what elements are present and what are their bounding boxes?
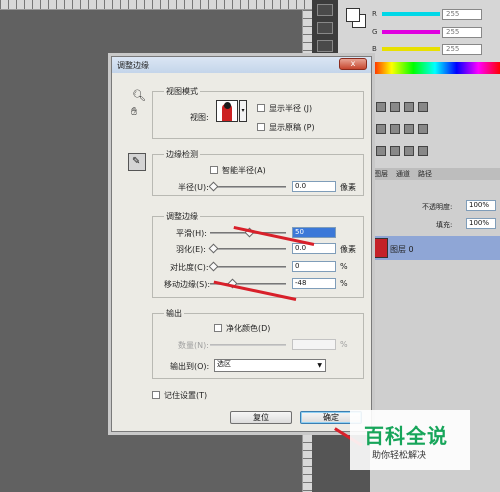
tab-layers[interactable]: 图层 (370, 168, 392, 180)
show-radius-label: 显示半径 (J) (269, 104, 313, 113)
layer-thumbnail (372, 238, 388, 258)
amount-input (292, 339, 336, 350)
hue-saturation-icon[interactable] (390, 124, 400, 134)
channel-b-value[interactable]: 255 (442, 44, 482, 55)
zoom-tool-icon[interactable]: 🔍︎ (132, 89, 146, 102)
actions-icon[interactable] (317, 22, 333, 34)
subject-head (224, 102, 231, 109)
smart-radius-label: 智能半径(A) (222, 166, 266, 175)
levels-icon[interactable] (390, 102, 400, 112)
radius-label: 半径(U): (178, 183, 209, 192)
curves-icon[interactable] (404, 102, 414, 112)
invert-icon[interactable] (376, 146, 386, 156)
channel-g-label: G (372, 28, 378, 36)
contrast-unit: % (340, 262, 348, 271)
amount-unit: % (340, 340, 348, 349)
feather-input[interactable]: 0.0 (292, 243, 336, 254)
brightness-icon[interactable] (376, 102, 386, 112)
output-legend: 输出 (164, 308, 184, 319)
view-mode-group (152, 91, 364, 139)
channel-r-slider[interactable] (382, 12, 440, 16)
radius-slider-track[interactable] (210, 186, 286, 188)
chevron-down-icon: ▼ (317, 362, 322, 369)
view-mode-thumbnail[interactable] (216, 100, 238, 122)
feather-label: 羽化(E): (176, 245, 206, 254)
brush-tool-icon: ✎ (132, 156, 141, 167)
channel-g-slider[interactable] (382, 30, 440, 34)
panel-icon-strip (312, 0, 338, 60)
fill-input[interactable]: 100% (466, 218, 496, 229)
show-original-checkbox[interactable] (257, 123, 265, 131)
view-label: 视图: (190, 113, 209, 122)
foreground-color-swatch[interactable] (346, 8, 360, 22)
vibrance-icon[interactable] (376, 124, 386, 134)
amount-label: 数量(N): (178, 341, 209, 350)
color-balance-icon[interactable] (404, 124, 414, 134)
amount-slider-track (210, 344, 286, 346)
posterize-icon[interactable] (390, 146, 400, 156)
layers-tab-bar: 图层 通道 路径 (370, 168, 500, 180)
tab-channels[interactable]: 通道 (392, 168, 414, 180)
black-white-icon[interactable] (418, 124, 428, 134)
decontaminate-label: 净化颜色(D) (226, 324, 271, 333)
output-to-value: 选区 (217, 360, 231, 368)
layer-name: 图层 0 (390, 245, 414, 254)
hand-tool-icon[interactable]: ✋︎ (131, 105, 137, 119)
show-radius-checkbox[interactable] (257, 104, 265, 112)
smooth-label: 平滑(H): (176, 229, 207, 238)
radius-unit: 像素 (340, 183, 356, 192)
threshold-icon[interactable] (404, 146, 414, 156)
watermark-subtitle: 助你轻松解决 (372, 451, 427, 461)
refine-radius-tool-button[interactable]: ✎ (128, 153, 146, 171)
edge-detection-legend: 边缘检测 (164, 149, 200, 160)
radius-input[interactable]: 0.0 (292, 181, 336, 192)
channel-g-value[interactable]: 255 (442, 27, 482, 38)
tab-paths[interactable]: 路径 (414, 168, 436, 180)
channel-r-label: R (372, 10, 377, 18)
output-to-select[interactable]: 选区 ▼ (214, 359, 326, 372)
gradient-map-icon[interactable] (418, 146, 428, 156)
reset-button[interactable]: 复位 (230, 411, 292, 424)
smooth-input[interactable]: 50 (292, 227, 336, 238)
remember-settings-checkbox[interactable] (152, 391, 160, 399)
channel-r-value[interactable]: 255 (442, 9, 482, 20)
watermark: 百科全说 助你轻松解决 (350, 410, 470, 470)
feather-unit: 像素 (340, 245, 356, 254)
shift-edge-label: 移动边缘(S): (164, 280, 211, 289)
view-mode-dropdown[interactable]: ▾ (239, 100, 247, 122)
smart-radius-checkbox[interactable] (210, 166, 218, 174)
decontaminate-checkbox[interactable] (214, 324, 222, 332)
color-panel: R 255 G 255 B 255 (338, 0, 500, 62)
opacity-label: 不透明度: (422, 203, 453, 211)
output-to-label: 输出到(O): (170, 362, 210, 371)
exposure-icon[interactable] (418, 102, 428, 112)
remember-settings-label: 记住设置(T) (164, 391, 208, 400)
close-button[interactable]: x (339, 58, 367, 70)
shift-edge-input[interactable]: -48 (292, 278, 336, 289)
contrast-input[interactable]: 0 (292, 261, 336, 272)
dialog-title: 调整边缘 (117, 61, 149, 70)
color-spectrum-bar[interactable] (370, 62, 500, 74)
channel-b-label: B (372, 45, 377, 53)
shift-edge-unit: % (340, 279, 348, 288)
opacity-input[interactable]: 100% (466, 200, 496, 211)
contrast-slider-track[interactable] (210, 266, 286, 268)
feather-slider-track[interactable] (210, 248, 286, 250)
brush-icon[interactable] (317, 40, 333, 52)
history-icon[interactable] (317, 4, 333, 16)
refine-edge-dialog: 调整边缘 x 🔍︎ ✋︎ ✎ 视图模式 视图: ▾ 显示半径 (J) 显示原稿 … (111, 56, 372, 432)
channel-b-slider[interactable] (382, 47, 440, 51)
horizontal-ruler (0, 0, 312, 10)
adjustments-panel (370, 74, 500, 168)
contrast-label: 对比度(C): (170, 263, 209, 272)
view-mode-legend: 视图模式 (164, 86, 200, 97)
watermark-title: 百科全说 (364, 424, 448, 448)
dialog-titlebar[interactable]: 调整边缘 x (112, 57, 371, 73)
fill-label: 填充: (436, 221, 453, 229)
show-original-label: 显示原稿 (P) (269, 123, 315, 132)
layer-row[interactable]: 图层 0 (370, 236, 500, 260)
adjust-edge-legend: 调整边缘 (164, 211, 200, 222)
